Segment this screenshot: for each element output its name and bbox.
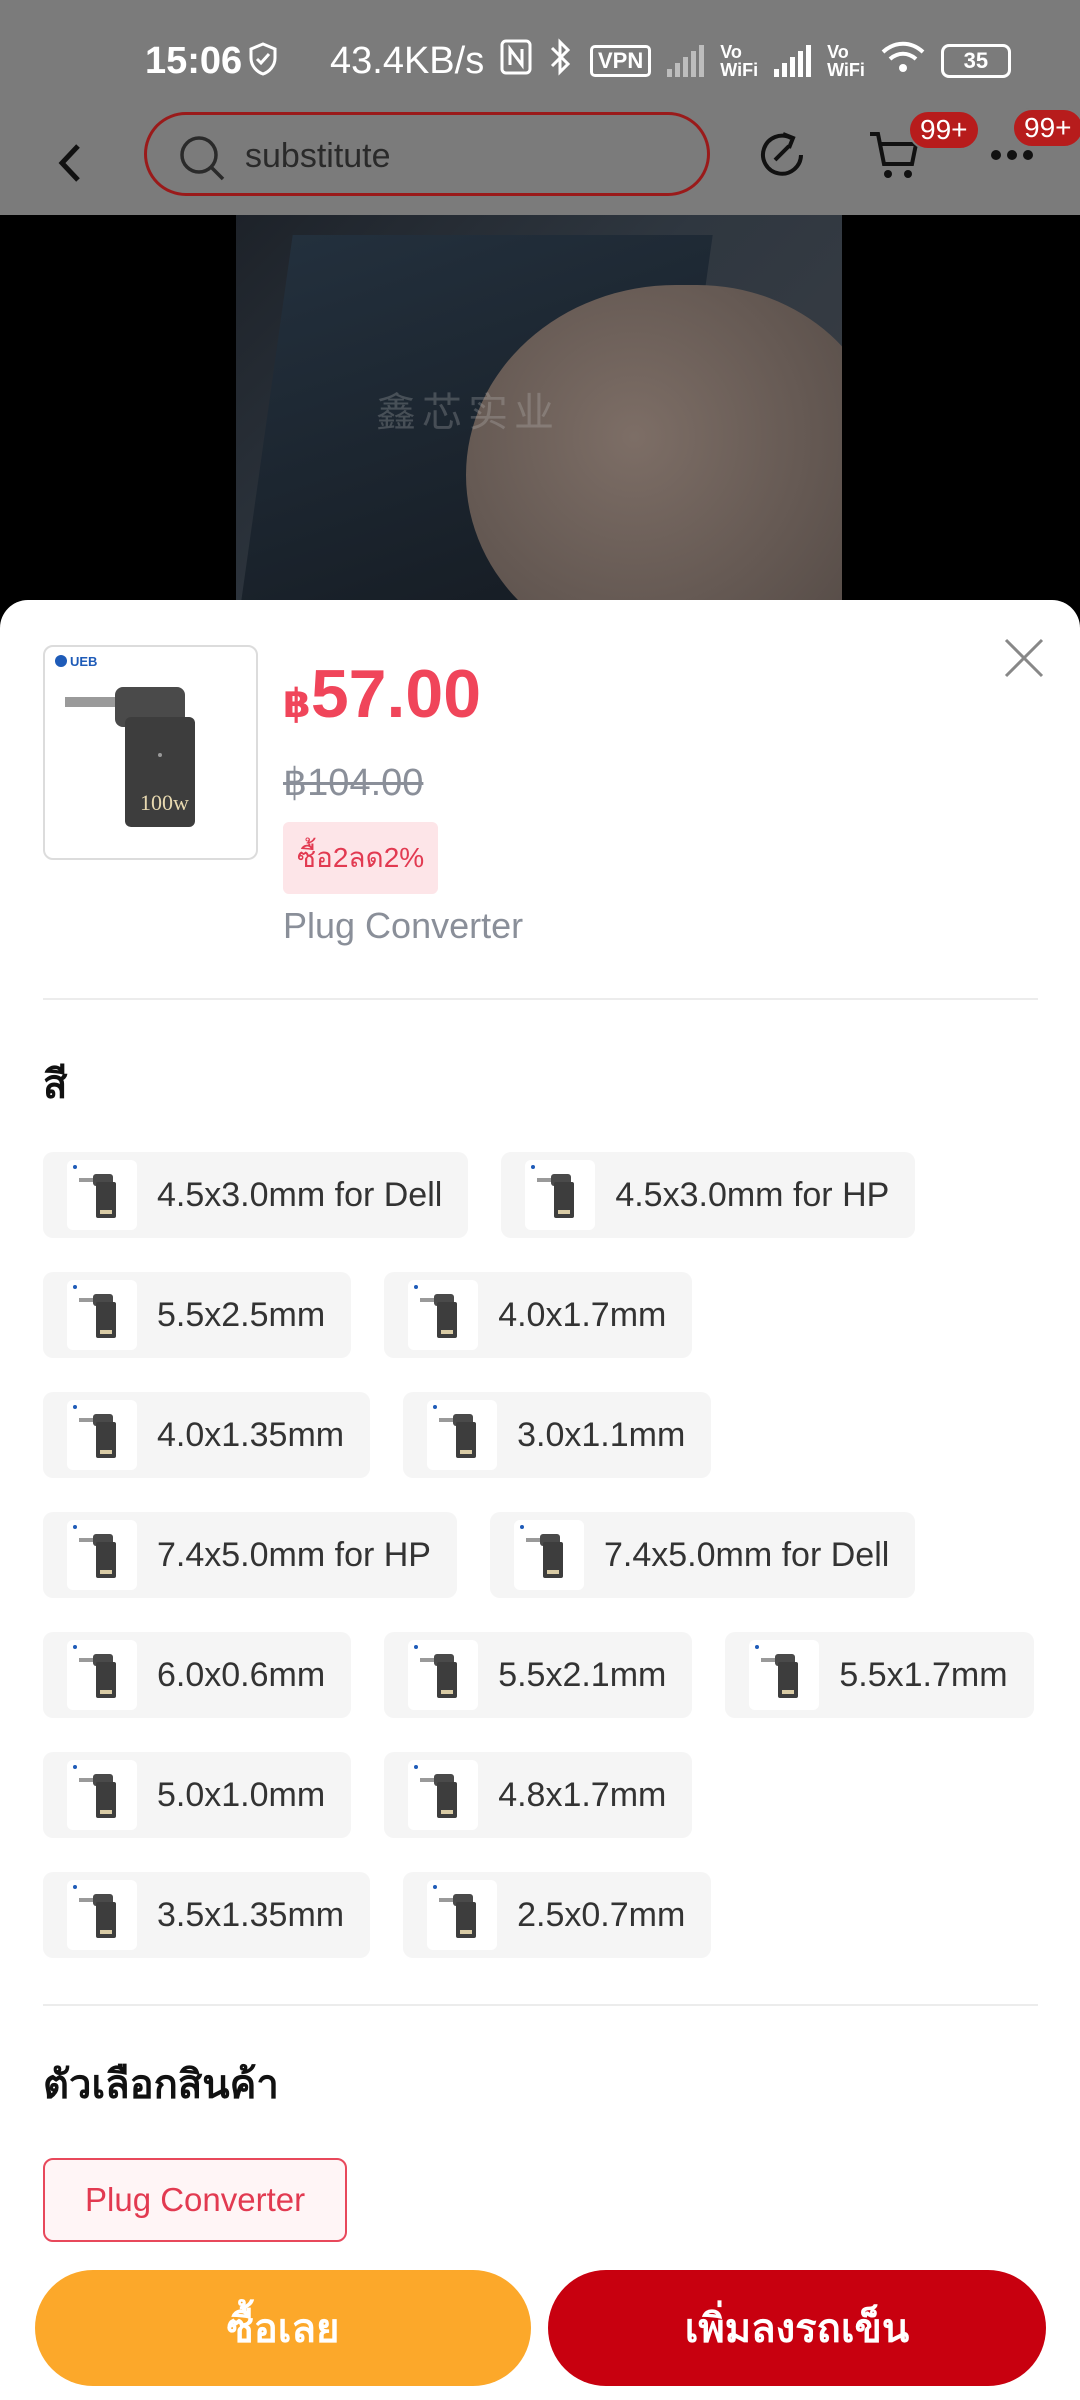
color-option[interactable]: 4.8x1.7mm — [384, 1752, 693, 1838]
color-option[interactable]: 7.4x5.0mm for HP — [43, 1512, 457, 1598]
option-thumbnail — [427, 1880, 498, 1950]
color-option-label: 5.5x2.1mm — [498, 1655, 667, 1694]
color-option-label: 2.5x0.7mm — [517, 1895, 686, 1934]
share-icon[interactable] — [755, 128, 809, 187]
option-thumbnail — [427, 1400, 498, 1470]
vowifi-label: Vo WiFi — [720, 41, 759, 80]
signal-icon-2 — [774, 44, 812, 77]
search-input[interactable]: substitute — [144, 112, 710, 196]
variant-option-selected[interactable]: Plug Converter — [43, 2158, 348, 2242]
divider — [43, 998, 1038, 1000]
close-icon[interactable] — [1002, 636, 1046, 680]
video-watermark: 鑫芯实业 — [376, 391, 560, 435]
color-option[interactable]: 5.5x2.5mm — [43, 1272, 352, 1358]
selected-variant: Plug Converter — [283, 905, 524, 946]
cart-badge: 99+ — [908, 110, 980, 150]
sku-selector-sheet: UEB 100w ฿57.00 ฿104.00 ซื้อ2ลด2% Plug C… — [0, 600, 1080, 2400]
option-thumbnail — [67, 1520, 137, 1590]
background-overlay[interactable]: 15:06 43.4KB/s VPN Vo WiFi Vo WiFi 35 su… — [0, 0, 1080, 640]
price: ฿57.00 — [283, 655, 481, 733]
color-option[interactable]: 3.5x1.35mm — [43, 1872, 371, 1958]
more-icon[interactable] — [990, 148, 1034, 166]
vowifi-label-2: Vo WiFi — [827, 41, 865, 80]
option-thumbnail — [67, 1640, 137, 1710]
option-thumbnail — [67, 1880, 137, 1950]
option-thumbnail — [408, 1760, 479, 1830]
signal-icon — [667, 44, 705, 77]
search-icon — [177, 133, 227, 188]
color-option-row: 6.0x0.6mm 5.5x2.1mm 5.5x1.7mm — [43, 1632, 1043, 1718]
status-time: 15:06 — [145, 40, 243, 82]
nfc-icon — [500, 39, 532, 82]
color-option-label: 3.0x1.1mm — [517, 1415, 686, 1454]
wifi-icon — [881, 40, 925, 81]
thumb-brand: UEB — [70, 654, 97, 669]
color-option-label: 5.0x1.0mm — [157, 1775, 326, 1814]
color-option-label: 4.8x1.7mm — [498, 1775, 667, 1814]
color-option-label: 6.0x0.6mm — [157, 1655, 326, 1694]
color-options: 4.5x3.0mm for Dell 4.5x3.0mm for HP 5.5x2.… — [43, 1152, 1043, 1992]
more-badge: 99+ — [1012, 108, 1080, 148]
color-option[interactable]: 2.5x0.7mm — [403, 1872, 712, 1958]
color-option-label: 7.4x5.0mm for Dell — [603, 1535, 890, 1574]
variant-section-title: ตัวเลือกสินค้า — [43, 2063, 279, 2107]
option-thumbnail — [67, 1280, 137, 1350]
color-option[interactable]: 4.5x3.0mm for HP — [501, 1152, 916, 1238]
bluetooth-icon — [548, 38, 574, 83]
color-option-label: 3.5x1.35mm — [157, 1895, 345, 1934]
color-option-label: 4.0x1.7mm — [498, 1295, 667, 1334]
option-thumbnail — [749, 1640, 820, 1710]
shield-icon — [248, 42, 278, 86]
option-thumbnail — [408, 1280, 479, 1350]
product-video[interactable]: 鑫芯实业 — [236, 215, 842, 640]
color-option[interactable]: 5.5x1.7mm — [725, 1632, 1034, 1718]
status-icons: VPN Vo WiFi Vo WiFi 35 — [500, 38, 1011, 83]
search-text: substitute — [245, 137, 391, 175]
divider — [43, 2004, 1038, 2006]
option-thumbnail — [408, 1640, 479, 1710]
option-thumbnail — [67, 1760, 137, 1830]
price-currency: ฿ — [283, 682, 311, 726]
original-price: ฿104.00 — [283, 762, 424, 804]
thumb-power: 100w — [140, 790, 189, 815]
color-option-row: 7.4x5.0mm for HP 7.4x5.0mm for Dell — [43, 1512, 1043, 1598]
color-option-row: 5.5x2.5mm 4.0x1.7mm — [43, 1272, 1043, 1358]
color-option[interactable]: 4.0x1.35mm — [43, 1392, 371, 1478]
color-option[interactable]: 6.0x0.6mm — [43, 1632, 352, 1718]
back-icon[interactable] — [50, 140, 90, 186]
product-thumbnail[interactable]: UEB 100w — [43, 645, 258, 860]
color-option[interactable]: 7.4x5.0mm for Dell — [489, 1512, 916, 1598]
color-section-title: สี — [43, 1063, 68, 1107]
color-option[interactable]: 5.0x1.0mm — [43, 1752, 352, 1838]
color-option[interactable]: 4.5x3.0mm for Dell — [43, 1152, 469, 1238]
color-option[interactable]: 4.0x1.7mm — [384, 1272, 693, 1358]
color-option[interactable]: 5.5x2.1mm — [384, 1632, 693, 1718]
net-speed: 43.4KB/s — [330, 40, 485, 82]
option-thumbnail — [67, 1400, 137, 1470]
color-option-label: 5.5x2.5mm — [157, 1295, 326, 1334]
option-thumbnail — [67, 1160, 137, 1230]
color-option-row: 3.5x1.35mm 2.5x0.7mm — [43, 1872, 1043, 1958]
price-amount: 57.00 — [310, 656, 482, 732]
color-option-label: 7.4x5.0mm for HP — [157, 1535, 431, 1574]
color-option-row: 4.0x1.35mm 3.0x1.1mm — [43, 1392, 1043, 1478]
color-option-row: 4.5x3.0mm for Dell 4.5x3.0mm for HP — [43, 1152, 1043, 1238]
battery-icon: 35 — [940, 43, 1011, 78]
color-option-row: 5.0x1.0mm 4.8x1.7mm — [43, 1752, 1043, 1838]
option-thumbnail — [525, 1160, 596, 1230]
vpn-badge: VPN — [590, 44, 652, 77]
status-bar: 15:06 43.4KB/s VPN Vo WiFi Vo WiFi 35 — [0, 0, 1080, 110]
option-thumbnail — [513, 1520, 584, 1590]
color-option[interactable]: 3.0x1.1mm — [403, 1392, 712, 1478]
buy-now-button[interactable]: ซื้อเลย — [35, 2270, 531, 2386]
promo-badge: ซื้อ2ลด2% — [283, 822, 439, 894]
color-option-label: 5.5x1.7mm — [839, 1655, 1008, 1694]
color-option-label: 4.0x1.35mm — [157, 1415, 345, 1454]
add-to-cart-button[interactable]: เพิ่มลงรถเข็น — [548, 2270, 1046, 2386]
color-option-label: 4.5x3.0mm for Dell — [157, 1175, 443, 1214]
color-option-label: 4.5x3.0mm for HP — [615, 1175, 890, 1214]
